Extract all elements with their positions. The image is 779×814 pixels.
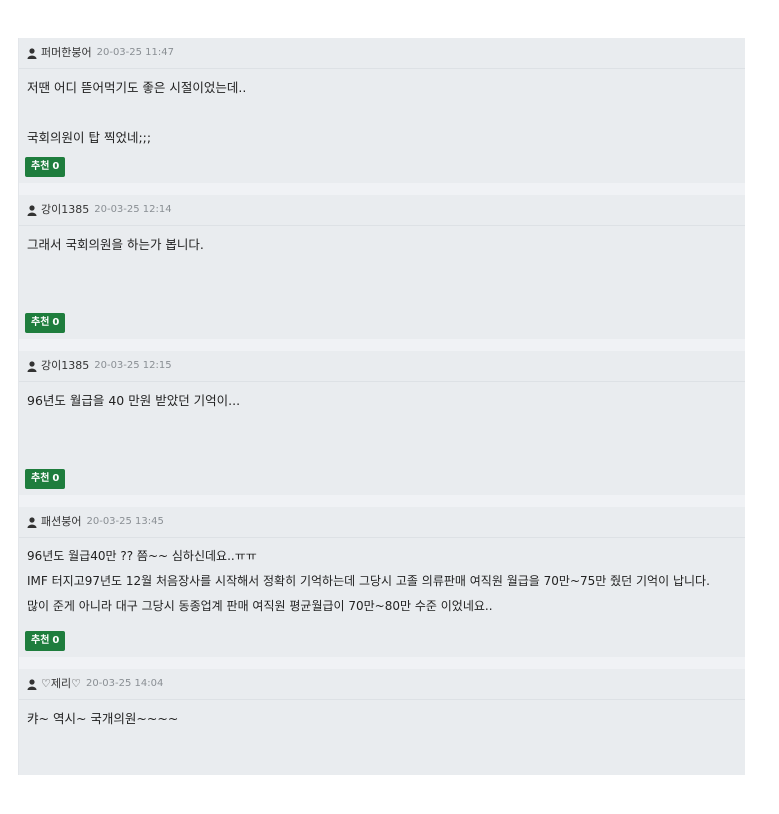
comment-body: 저땐 어디 뜯어먹기도 좋은 시절이었는데.. 국회의원이 탑 찍었네;;; [27, 80, 247, 145]
comment-header: ♡제리♡ 20-03-25 14:04 [19, 669, 745, 700]
comment-item: 강이1385 20-03-25 12:15 96년도 월급을 40 만원 받았던… [19, 351, 745, 495]
user-icon [27, 360, 37, 372]
comment-header: 강이1385 20-03-25 12:15 [19, 351, 745, 382]
like-count: 0 [52, 473, 60, 484]
user-icon [27, 204, 37, 216]
comment-author[interactable]: ♡제리♡ [41, 669, 81, 699]
comment-body: 96년도 월급40만 ?? 쯤~~ 심하신데요..ㅠㅠ IMF 터지고97년도 … [27, 549, 710, 613]
like-button[interactable]: 추천 0 [25, 631, 66, 651]
comment-author[interactable]: 패션붕어 [41, 507, 81, 537]
like-count: 0 [52, 317, 60, 328]
comment-time: 20-03-25 14:04 [85, 678, 164, 689]
comment-author[interactable]: 강이1385 [41, 195, 89, 225]
comment-time: 20-03-25 12:14 [94, 204, 172, 215]
comment-item: 강이1385 20-03-25 12:14 그래서 국회의원을 하는가 봅니다.… [19, 195, 745, 339]
comment-body: 96년도 월급을 40 만원 받았던 기억이... [27, 393, 241, 408]
like-label: 추천 [31, 473, 50, 484]
comment-list: 퍼머한붕어 20-03-25 11:47 저땐 어디 뜯어먹기도 좋은 시절이었… [18, 38, 745, 775]
comment-item: 퍼머한붕어 20-03-25 11:47 저땐 어디 뜯어먹기도 좋은 시절이었… [19, 38, 745, 183]
comment-header: 패션붕어 20-03-25 13:45 [19, 507, 745, 538]
comment-header: 강이1385 20-03-25 12:14 [19, 195, 745, 226]
like-count: 0 [52, 161, 60, 172]
comment-time: 20-03-25 11:47 [96, 47, 174, 58]
comment-time: 20-03-25 13:45 [86, 516, 164, 527]
comment-body: 그래서 국회의원을 하는가 봅니다. [27, 237, 204, 252]
like-label: 추천 [31, 635, 50, 646]
user-icon [27, 516, 37, 528]
user-icon [27, 47, 37, 59]
comment-body: 캬~ 역시~ 국개의원~~~~ [27, 711, 179, 726]
like-label: 추천 [31, 161, 50, 172]
like-count: 0 [52, 635, 60, 646]
comment-item: ♡제리♡ 20-03-25 14:04 캬~ 역시~ 국개의원~~~~ [19, 669, 745, 775]
comment-time: 20-03-25 12:15 [94, 360, 172, 371]
like-button[interactable]: 추천 0 [25, 469, 66, 489]
comment-header: 퍼머한붕어 20-03-25 11:47 [19, 38, 745, 69]
comment-author[interactable]: 퍼머한붕어 [41, 38, 92, 68]
like-button[interactable]: 추천 0 [25, 157, 66, 177]
comment-author[interactable]: 강이1385 [41, 351, 89, 381]
like-button[interactable]: 추천 0 [25, 313, 66, 333]
like-label: 추천 [31, 317, 50, 328]
comment-item: 패션붕어 20-03-25 13:45 96년도 월급40만 ?? 쯤~~ 심하… [19, 507, 745, 657]
user-icon [27, 678, 37, 690]
